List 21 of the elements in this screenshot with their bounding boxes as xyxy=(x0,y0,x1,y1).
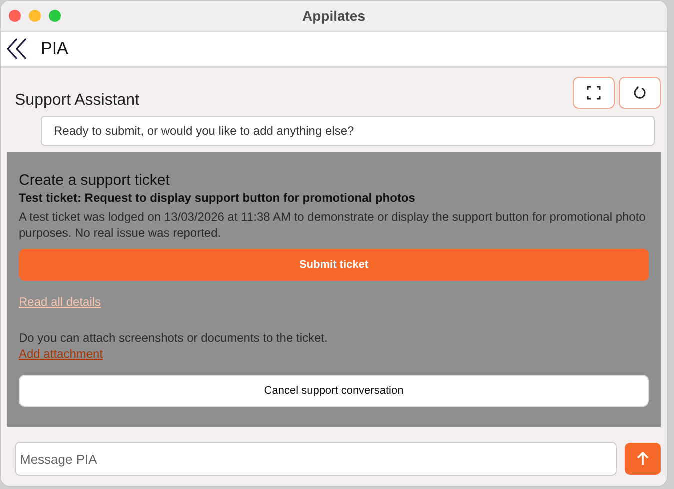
attachment-link[interactable]: Add attachment xyxy=(19,347,104,361)
zoom-icon[interactable] xyxy=(49,10,61,22)
ticket-description: A test ticket was lodged on 13/03/2026 at 11:38 AM to demonstrate or display the support button for promotional photo purposes. No real issue was reported. xyxy=(19,209,647,241)
cancel-button[interactable]: Cancel support conversation xyxy=(19,375,649,407)
close-icon[interactable] xyxy=(9,10,21,22)
message-field[interactable]: Message PIA xyxy=(15,442,617,476)
send-button[interactable] xyxy=(625,443,661,475)
details-link[interactable]: Read all details xyxy=(19,295,102,309)
submit-button[interactable]: Submit ticket xyxy=(19,249,649,281)
refresh-icon xyxy=(633,86,647,100)
ticket-heading: Create a support ticket xyxy=(19,172,171,189)
reset-button[interactable] xyxy=(619,77,661,109)
attach-note: Do you can attach screenshots or documents to the ticket. xyxy=(19,331,329,345)
expand-icon xyxy=(587,86,601,100)
ticket-subject: Test ticket: Request to display support button for promotional photos xyxy=(19,191,416,205)
panel-title: Support Assistant xyxy=(15,92,140,110)
page-title: PIA xyxy=(41,39,68,59)
back-icon[interactable] xyxy=(7,38,27,60)
window-title: Appilates xyxy=(302,8,366,24)
arrow-up-icon xyxy=(637,452,649,466)
chat-message: Ready to submit, or would you like to add anything else? xyxy=(41,116,655,146)
